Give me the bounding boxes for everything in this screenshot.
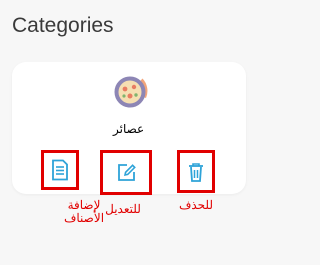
- pizza-icon: [110, 72, 150, 112]
- delete-button[interactable]: [177, 150, 215, 193]
- document-icon: [52, 159, 68, 181]
- delete-label: للحذف: [178, 198, 214, 212]
- edit-icon: [118, 163, 136, 181]
- category-name: عصائر: [113, 122, 145, 136]
- add-products-button[interactable]: [41, 150, 79, 190]
- trash-icon: [189, 162, 203, 182]
- edit-label: للتعديل: [105, 202, 141, 216]
- edit-button[interactable]: [100, 150, 152, 195]
- page-title: Categories: [12, 14, 114, 37]
